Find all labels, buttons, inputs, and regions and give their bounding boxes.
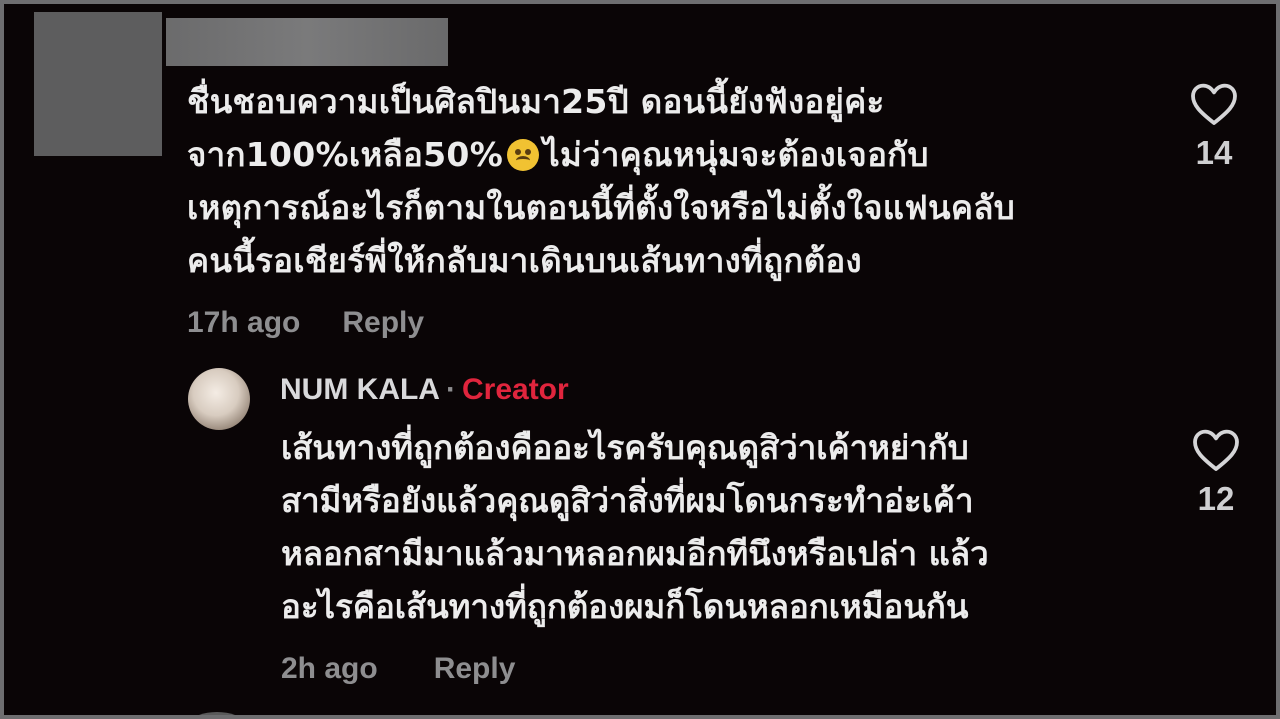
frowning-face-emoji-icon [507,139,540,171]
avatar[interactable] [192,712,242,715]
reply-button[interactable]: Reply [342,306,424,339]
creator-badge: Creator [461,373,569,406]
reply-like-button[interactable]: 12 [1186,428,1246,518]
reply-line: อะไรคือเส้นทางที่ถูกต้องผมก็โดนหลอกเหมือ… [281,587,969,626]
like-count: 14 [1195,134,1233,171]
comment-timestamp: 17h ago [187,306,301,339]
comment-line: ชื่นชอบความเป็นศิลปินมา25ปี ดอนนี้ยังฟัง… [187,82,885,121]
heart-outline-icon [1191,83,1237,125]
comment-like-button[interactable]: 14 [1184,82,1244,172]
author-name[interactable]: NUM KALA [280,373,440,406]
heart-outline-icon [1193,429,1239,471]
comment-line: เหตุการณ์อะไรก็ตามในตอนนี้ที่ตั้งใจหรือไ… [187,188,1016,227]
redacted-avatar[interactable] [34,12,162,156]
reply-line: เส้นทางที่ถูกต้องคืออะไรครับคุณดูสิว่าเค… [281,428,969,467]
reply-meta: 2h ago Reply [281,652,515,686]
redacted-username[interactable] [166,18,448,66]
comment-body: ชื่นชอบความเป็นศิลปินมา25ปี ดอนนี้ยังฟัง… [187,75,1147,287]
like-count: 12 [1197,480,1235,517]
reply-body: เส้นทางที่ถูกต้องคืออะไรครับคุณดูสิว่าเค… [281,421,1181,633]
reply-timestamp: 2h ago [281,652,378,685]
comment-line: คนนี้รอเชียร์พี่ให้กลับมาเดินบนเส้นทางที… [187,241,862,280]
reply-line: หลอกสามีมาแล้วมาหลอกผมอีกทีนึงหรือเปล่า … [281,534,989,573]
avatar[interactable] [188,368,250,430]
comment-line: จาก100%เหลือ50% ไม่ว่าคุณหนุ่มจะต้องเจอกั… [187,128,1147,181]
comment-line-part: จาก100%เหลือ50% [187,135,504,174]
reply-button[interactable]: Reply [434,652,516,685]
comment-line-part: ไม่ว่าคุณหนุ่มจะต้องเจอกับ [543,135,929,174]
reply-line: สามีหรือยังแล้วคุณดูสิว่าสิ่งที่ผมโดนกระ… [281,481,974,520]
reply-header: NUM KALA · Creator [280,373,569,407]
separator: · [445,373,456,406]
comments-panel: ชื่นชอบความเป็นศิลปินมา25ปี ดอนนี้ยังฟัง… [0,0,1280,719]
comment-meta: 17h ago Reply [187,306,424,340]
